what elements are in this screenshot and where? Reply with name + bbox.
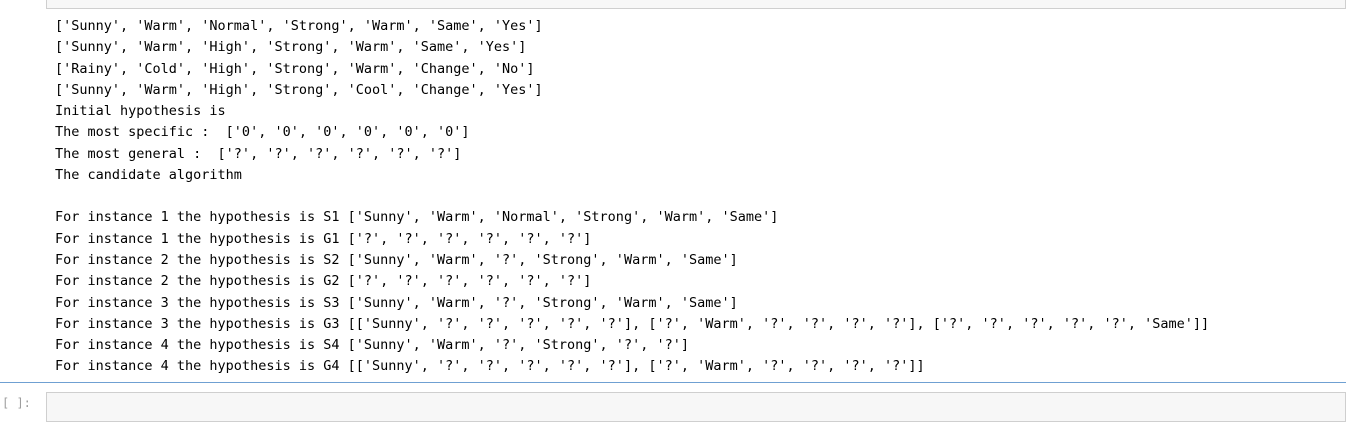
output-line: ['Sunny', 'Warm', 'High', 'Strong', 'War… bbox=[55, 39, 527, 56]
output-line: The most specific : ['0', '0', '0', '0',… bbox=[55, 124, 470, 141]
output-line: Initial hypothesis is bbox=[55, 103, 226, 120]
selected-cell-border bbox=[0, 382, 1346, 383]
output-line: For instance 3 the hypothesis is S3 ['Su… bbox=[55, 294, 738, 311]
input-prompt: [ ]: bbox=[2, 396, 31, 410]
output-line: For instance 4 the hypothesis is S4 ['Su… bbox=[55, 337, 689, 354]
output-line: ['Rainy', 'Cold', 'High', 'Strong', 'War… bbox=[55, 60, 535, 77]
output-line: For instance 2 the hypothesis is G2 ['?'… bbox=[55, 273, 592, 290]
output-line: ['Sunny', 'Warm', 'Normal', 'Strong', 'W… bbox=[55, 18, 543, 34]
output-line: For instance 1 the hypothesis is G1 ['?'… bbox=[55, 230, 592, 247]
output-line: For instance 3 the hypothesis is G3 [['S… bbox=[55, 315, 1210, 332]
previous-cell-input[interactable] bbox=[46, 0, 1346, 9]
output-line: The candidate algorithm bbox=[55, 167, 242, 184]
code-cell-input[interactable] bbox=[46, 392, 1346, 422]
cell-output: ['Sunny', 'Warm', 'Normal', 'Strong', 'W… bbox=[55, 16, 1346, 382]
output-line: For instance 1 the hypothesis is S1 ['Su… bbox=[55, 209, 779, 226]
output-line: For instance 2 the hypothesis is S2 ['Su… bbox=[55, 251, 738, 268]
output-line: For instance 4 the hypothesis is G4 [['S… bbox=[55, 358, 925, 375]
output-line: ['Sunny', 'Warm', 'High', 'Strong', 'Coo… bbox=[55, 81, 543, 98]
output-line: The most general : ['?', '?', '?', '?', … bbox=[55, 145, 462, 162]
